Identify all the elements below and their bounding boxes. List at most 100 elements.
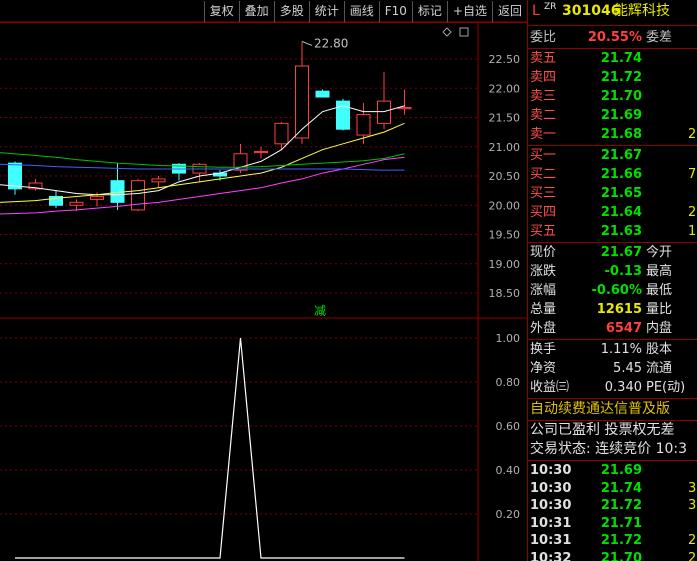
stat-row: 总量 12615 量比	[528, 300, 697, 319]
y-tick-label: 22.00	[489, 82, 521, 95]
fundamental-row: 收益㈢ 0.340 PE(动)	[528, 378, 697, 397]
toolbar-button-0[interactable]: 复权	[203, 0, 239, 22]
chart-area[interactable]: 22.50 22.00 21.50 21.00 20.50 20.00 19.50 19.00…	[0, 0, 527, 561]
fundamental-label-2: 流通	[646, 361, 673, 376]
bid-row: 买五 21.63 1	[528, 222, 697, 241]
news-line[interactable]: 公司已盈利 投票权无差	[528, 421, 697, 440]
tick-row: 10:31 21.72 2	[528, 531, 697, 550]
candle-body	[274, 122, 289, 145]
tick-price: 21.72	[600, 533, 642, 548]
divider	[528, 398, 697, 399]
ask-price: 21.68	[600, 127, 642, 142]
bid-row: 买三 21.65	[528, 184, 697, 203]
stat-label: 总量	[530, 302, 557, 317]
fundamental-label: 净资	[530, 361, 557, 376]
ask-row: 卖二 21.69	[528, 106, 697, 125]
toolbar-button-5[interactable]: F10	[378, 0, 412, 22]
market-prefix: L	[532, 3, 540, 19]
candle-body	[131, 180, 145, 211]
reduce-marker: 减	[314, 304, 326, 318]
candle-body	[295, 65, 309, 139]
bid-label: 买四	[530, 205, 557, 220]
y-tick-label: 20.00	[489, 199, 521, 212]
committee-row: 委比 20.55% 委差	[528, 28, 697, 47]
stat-label-2: 最高	[646, 264, 673, 279]
stat-label-2: 今开	[646, 245, 673, 260]
stock-code: 301046	[562, 3, 621, 19]
fundamental-row: 净资 5.45 流通	[528, 359, 697, 378]
ask-row: 卖五 21.74	[528, 49, 697, 68]
toolbar-button-7[interactable]: +自选	[446, 0, 492, 22]
bid-price: 21.67	[600, 148, 642, 163]
ask-label: 卖五	[530, 51, 557, 66]
bid-volume: 2	[688, 205, 697, 220]
stat-row: 现价 21.67 今开	[528, 243, 697, 262]
promo-link[interactable]: 自动续费通达信普及版	[528, 400, 697, 419]
tick-row: 10:30 21.69	[528, 461, 697, 480]
toolbar-button-2[interactable]: 多股	[273, 0, 309, 22]
candle-body	[151, 178, 166, 183]
indicator-line	[15, 337, 405, 559]
bid-row: 买四 21.64 2	[528, 203, 697, 222]
moving-average-line	[0, 122, 405, 203]
trade-status: 交易状态: 连续竞价 10:3	[528, 440, 697, 459]
bid-price: 21.63	[600, 224, 642, 239]
promo-text[interactable]: 自动续费通达信普及版	[530, 400, 670, 419]
bid-label: 买一	[530, 148, 557, 163]
high-marker-label: 22.80	[314, 36, 348, 50]
toolbar-button-8[interactable]: 返回	[491, 0, 527, 22]
stat-label: 外盘	[530, 321, 557, 336]
stock-name: 能辉科技	[614, 3, 670, 19]
ask-label: 卖四	[530, 70, 557, 85]
y-tick-label: 21.50	[489, 112, 521, 125]
indicator-y-tick: 0.80	[496, 376, 521, 389]
tick-volume: 3	[688, 480, 697, 496]
committee-diff-label: 委差	[646, 30, 673, 45]
y-tick-label: 18.50	[489, 287, 521, 300]
tick-row: 10:32 21.70 2	[528, 549, 697, 561]
fundamental-label-2: PE(动)	[646, 380, 686, 395]
toolbar: 复权 叠加 多股 统计 画线 F10 标记 +自选 返回	[0, 0, 527, 23]
fundamental-label: 收益㈢	[530, 380, 570, 395]
fundamental-value: 1.11%	[600, 342, 642, 357]
bid-price: 21.66	[600, 167, 642, 182]
stock-header: L ZR 301046 能辉科技	[528, 2, 697, 21]
candle-body	[315, 90, 330, 98]
ask-label: 卖一	[530, 127, 557, 142]
stat-label: 涨幅	[530, 283, 557, 298]
news-text[interactable]: 公司已盈利 投票权无差	[530, 421, 674, 440]
ask-price: 21.74	[600, 51, 642, 66]
tick-price: 21.71	[600, 515, 642, 531]
candle-body	[69, 201, 84, 206]
indicator-y-tick: 1.00	[496, 332, 521, 345]
stat-row: 外盘 6547 内盘	[528, 319, 697, 338]
tick-time: 10:31	[530, 533, 572, 548]
toolbar-button-6[interactable]: 标记	[411, 0, 447, 22]
stat-value: 21.67	[600, 245, 642, 260]
tick-time: 10:30	[530, 498, 572, 513]
tick-row: 10:30 21.72 3	[528, 496, 697, 515]
fundamental-label: 换手	[530, 342, 557, 357]
tick-time: 10:31	[530, 515, 572, 531]
y-tick-label: 21.00	[489, 141, 521, 154]
stat-value: -0.60%	[591, 283, 643, 298]
tick-time: 10:32	[530, 550, 572, 561]
stat-label: 现价	[530, 245, 557, 260]
toolbar-button-3[interactable]: 统计	[308, 0, 344, 22]
tick-volume: 3	[688, 498, 697, 513]
ask-row: 卖四 21.72	[528, 68, 697, 87]
ask-price: 21.69	[600, 108, 642, 123]
market-superscript: ZR	[544, 2, 557, 12]
bid-price: 21.65	[600, 186, 642, 201]
fundamental-value: 5.45	[613, 361, 642, 376]
candle-body	[90, 195, 104, 200]
trade-status-text: 交易状态: 连续竞价 10:3	[530, 441, 688, 457]
toolbar-button-4[interactable]: 画线	[343, 0, 379, 22]
ask-label: 卖三	[530, 89, 557, 104]
toolbar-button-1[interactable]: 叠加	[238, 0, 274, 22]
committee-ratio-label: 委比	[530, 30, 557, 45]
bid-volume: 1	[688, 224, 697, 239]
ask-price: 21.72	[600, 70, 642, 85]
chart-svg[interactable]: 22.50 22.00 21.50 21.00 20.50 20.00 19.50 19.00…	[0, 0, 527, 561]
tick-volume: 2	[688, 550, 697, 561]
